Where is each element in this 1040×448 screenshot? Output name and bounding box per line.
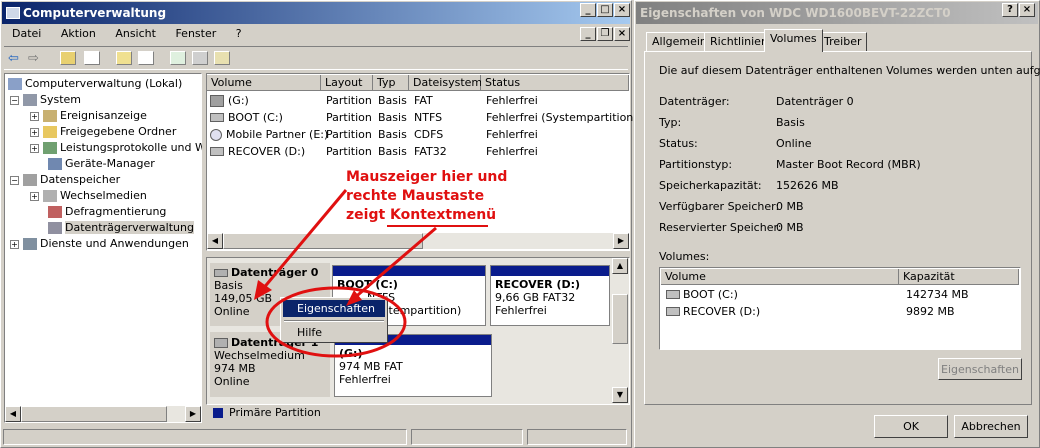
reserved-space-value: 0 MB bbox=[776, 221, 804, 234]
col-capacity[interactable]: Kapazität bbox=[899, 269, 1019, 285]
annotation-overlay bbox=[254, 189, 488, 358]
dialog-help-button[interactable]: ? bbox=[1002, 3, 1018, 17]
capacity-label: Speicherkapazität: bbox=[659, 179, 762, 192]
annotation-keyword: Kontextmenü bbox=[390, 207, 497, 223]
list-item[interactable]: RECOVER (D:) 9892 MB bbox=[662, 304, 1018, 321]
type-label: Typ: bbox=[659, 116, 682, 129]
disk-label: Datenträger: bbox=[659, 95, 730, 108]
col-volume[interactable]: Volume bbox=[661, 269, 899, 285]
drive-icon bbox=[666, 290, 680, 299]
disk-value: Datenträger 0 bbox=[776, 95, 854, 108]
status-value: Online bbox=[776, 137, 812, 150]
drive-icon bbox=[666, 307, 680, 316]
dialog-close-button[interactable]: × bbox=[1019, 3, 1035, 17]
annotation-arrow-line-2 bbox=[351, 226, 437, 302]
annotation-circle bbox=[265, 286, 407, 358]
annotation-text: Mauszeiger hier und rechte Maustaste zei… bbox=[346, 169, 508, 223]
capacity-value: 152626 MB bbox=[776, 179, 839, 192]
dialog-title-bar[interactable]: Eigenschaften von WDC WD1600BEVT-22ZCT0 bbox=[636, 2, 1038, 24]
free-space-value: 0 MB bbox=[776, 200, 804, 213]
intro-text: Die auf diesem Datenträger enthaltenen V… bbox=[659, 64, 1040, 77]
partition-type-label: Partitionstyp: bbox=[659, 158, 733, 171]
volumes-label: Volumes: bbox=[659, 250, 710, 263]
volume-properties-button[interactable]: Eigenschaften bbox=[938, 358, 1022, 380]
tab-volumes[interactable]: Volumes bbox=[764, 29, 823, 52]
tab-driver[interactable]: Treiber bbox=[818, 32, 868, 52]
dialog-title: Eigenschaften von WDC WD1600BEVT-22ZCT0 bbox=[640, 6, 951, 20]
type-value: Basis bbox=[776, 116, 805, 129]
reserved-space-label: Reservierter Speicher: bbox=[659, 221, 782, 234]
free-space-label: Verfügbarer Speicher: bbox=[659, 200, 780, 213]
partition-type-value: Master Boot Record (MBR) bbox=[776, 158, 921, 171]
list-item[interactable]: BOOT (C:) 142734 MB bbox=[662, 287, 1018, 304]
status-label: Status: bbox=[659, 137, 698, 150]
ok-button[interactable]: OK bbox=[874, 415, 948, 438]
annotation-arrow-line bbox=[260, 189, 348, 291]
cancel-button[interactable]: Abbrechen bbox=[954, 415, 1028, 438]
tab-general[interactable]: Allgemein bbox=[646, 32, 713, 52]
